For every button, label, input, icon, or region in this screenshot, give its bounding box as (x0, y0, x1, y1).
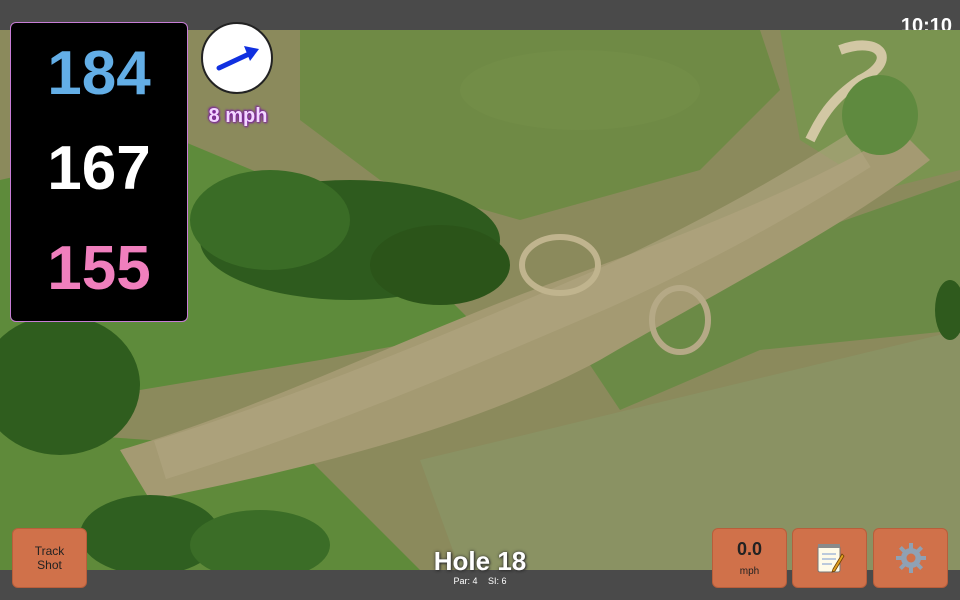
wind-direction-arrow-icon (216, 46, 259, 71)
hole-si: SI: 6 (488, 576, 507, 586)
track-shot-label-line2: Shot (37, 558, 62, 572)
hole-par: Par: 4 (453, 576, 478, 586)
wind-indicator[interactable] (201, 22, 273, 94)
wind-speed: 8 mph (208, 105, 268, 127)
middle-distance: 167 (47, 134, 151, 203)
scorecard-button[interactable] (792, 528, 867, 588)
notepad-icon (817, 544, 845, 573)
hole-title: Hole 18 (433, 546, 527, 576)
distance-panel: 184 167 155 (10, 22, 188, 322)
track-shot-label-line1: Track (34, 544, 65, 558)
track-shot-button[interactable]: Track Shot (12, 528, 87, 588)
hole-info: Par: 4 SI: 6 (380, 577, 580, 586)
settings-button[interactable] (873, 528, 948, 588)
front-distance: 155 (47, 234, 151, 303)
speed-value: 0.0 (736, 539, 763, 559)
speed-button[interactable]: 0.0 mph (712, 528, 787, 588)
back-distance: 184 (47, 39, 151, 108)
gear-icon (895, 543, 926, 573)
speed-unit: mph (739, 566, 760, 577)
